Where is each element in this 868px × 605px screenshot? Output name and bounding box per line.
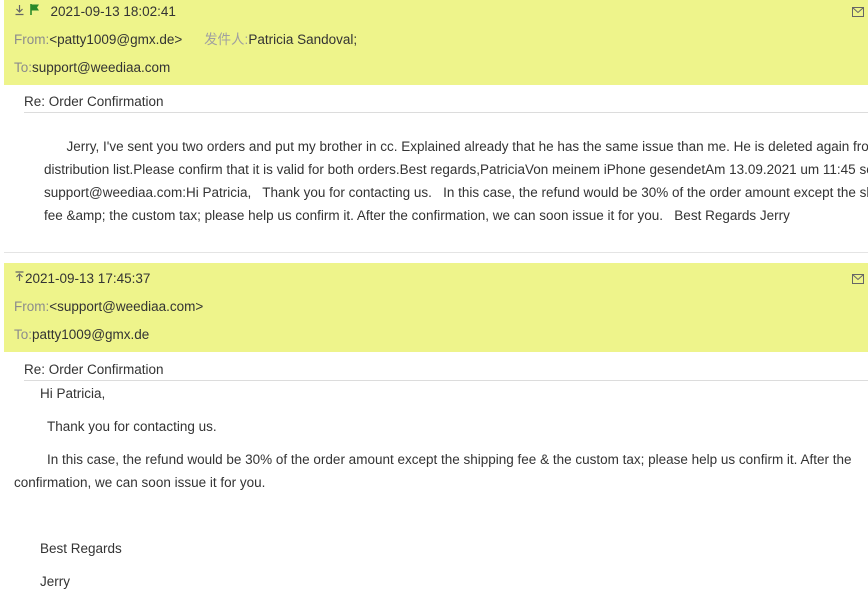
from-address[interactable]: <patty1009@gmx.de>	[49, 32, 182, 47]
from-row: From:<patty1009@gmx.de> 发件人:Patricia San…	[14, 30, 357, 50]
download-arrow-icon[interactable]	[14, 2, 25, 22]
flag-icon[interactable]	[29, 2, 41, 22]
greeting: Hi Patricia,	[40, 386, 106, 401]
message-meta-row: 2021-09-13 18:02:41	[14, 2, 176, 22]
from-row: From:<support@weediaa.com>	[14, 297, 203, 317]
message-header-2: 2021-09-13 17:45:37 From:<support@weedia…	[4, 263, 868, 352]
sender-name[interactable]: Patricia Sandoval;	[248, 32, 357, 47]
upload-arrow-icon[interactable]	[14, 269, 25, 289]
message-body-1: Jerry, I've sent you two orders and put …	[44, 135, 868, 227]
to-address[interactable]: patty1009@gmx.de	[32, 327, 149, 342]
body-line: distribution list.Please confirm that it…	[44, 162, 868, 177]
message-date: 2021-09-13 17:45:37	[25, 271, 151, 286]
refund-line-continued: confirmation, we can soon issue it for y…	[14, 475, 266, 490]
to-label: To:	[14, 60, 33, 75]
sender-label: 发件人:	[204, 32, 249, 47]
body-line: Jerry, I've sent you two orders and put …	[44, 139, 868, 154]
refund-line: In this case, the refund would be 30% of…	[47, 452, 852, 467]
mail-icon[interactable]	[852, 7, 864, 17]
message-meta-row: 2021-09-13 17:45:37	[14, 269, 150, 289]
message-subject: Re: Order Confirmation	[24, 92, 868, 113]
signature: Jerry	[40, 574, 70, 589]
body-line: support@weediaa.com:Hi Patricia, Thank y…	[44, 185, 868, 200]
mail-thread: 2021-09-13 18:02:41 From:<patty1009@gmx.…	[0, 0, 868, 605]
to-label: To:	[14, 327, 33, 342]
thanks-line: Thank you for contacting us.	[47, 419, 217, 434]
closing: Best Regards	[40, 541, 122, 556]
from-address[interactable]: <support@weediaa.com>	[49, 299, 203, 314]
message-subject: Re: Order Confirmation	[24, 360, 868, 381]
body-line: fee &amp; the custom tax; please help us…	[44, 208, 790, 223]
message-header-1: 2021-09-13 18:02:41 From:<patty1009@gmx.…	[4, 0, 868, 85]
mail-icon[interactable]	[852, 274, 864, 284]
to-row: To:patty1009@gmx.de	[14, 325, 149, 345]
to-row: To:support@weediaa.com	[14, 58, 170, 78]
message-date: 2021-09-13 18:02:41	[50, 4, 176, 19]
from-label: From:	[14, 32, 50, 47]
to-address[interactable]: support@weediaa.com	[32, 60, 170, 75]
message-divider	[4, 252, 868, 253]
from-label: From:	[14, 299, 50, 314]
